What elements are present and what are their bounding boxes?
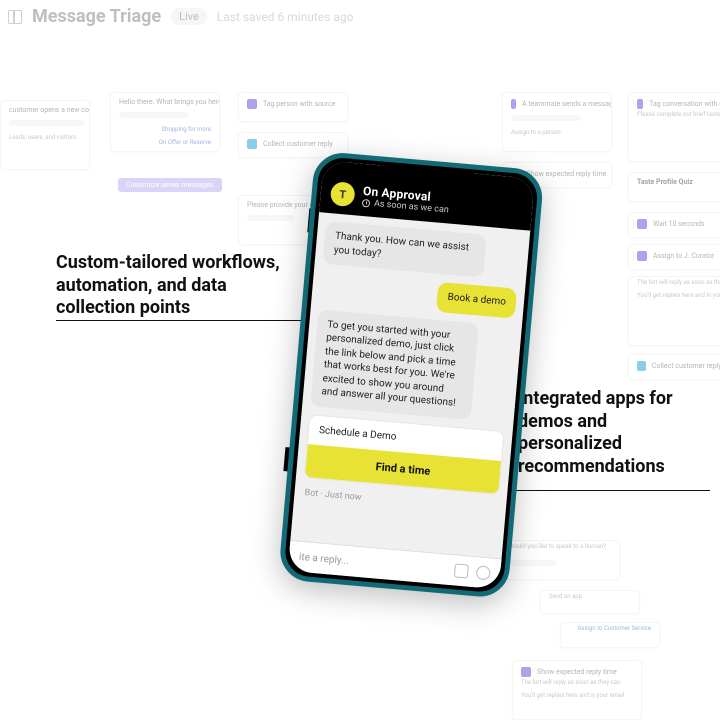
workflow-card-assign2[interactable]: Assign to J. Curator: [628, 244, 720, 270]
phone-mockup: T On Approval As soon as we can Thank yo…: [278, 151, 545, 599]
clock-icon: [362, 199, 371, 208]
workflow-card-botreply[interactable]: The bot will reply as soon as they can Y…: [628, 276, 720, 346]
last-saved-text: Last saved 6 minutes ago: [217, 10, 354, 24]
workflow-card-sendapp[interactable]: Send an app: [540, 590, 640, 614]
annotation-left: Custom-tailored workflows, automation, a…: [56, 252, 296, 320]
workflow-card-wait[interactable]: Wait 10 seconds: [628, 212, 720, 238]
reply-input[interactable]: ite a reply...: [298, 551, 446, 575]
app-header: Message Triage Live Last saved 6 minutes…: [8, 6, 353, 27]
demo-card: Schedule a Demo Find a time: [304, 414, 505, 495]
gif-icon[interactable]: [454, 563, 469, 578]
user-message[interactable]: Book a demo: [436, 282, 517, 318]
workflow-card-collect2[interactable]: Collect customer reply: [628, 354, 720, 380]
page-title: Message Triage: [32, 6, 161, 27]
annotation-left-rule: [56, 320, 324, 321]
workflow-card-human[interactable]: Would you like to speak to a human?: [500, 540, 620, 580]
workflow-card[interactable]: Hello there. What brings you here today?…: [110, 92, 220, 152]
status-badge: Live: [171, 8, 207, 25]
bot-message: Thank you. How can we assist you today?: [323, 221, 487, 278]
emoji-icon[interactable]: [476, 565, 491, 580]
trigger-card[interactable]: customer opens a new conversation in the…: [0, 100, 90, 170]
workflow-card-quiz-title[interactable]: Taste Profile Quiz: [628, 172, 720, 202]
annotation-right-rule: [490, 490, 710, 491]
annotation-right: Integrated apps for demos and personaliz…: [518, 388, 708, 478]
workflow-card-tag[interactable]: Tag person with source: [238, 92, 348, 122]
workflow-card-bottom[interactable]: Show expected reply time The bot will re…: [512, 660, 642, 720]
panel-icon: [8, 10, 22, 24]
bot-message: To get you started with your personalize…: [310, 309, 479, 420]
workflow-card-teammate[interactable]: A teammate sends a message during conver…: [502, 92, 612, 152]
workflow-card-assign-cs[interactable]: Assign to Customer Service: [560, 622, 660, 648]
workflow-card-quiz[interactable]: Tag conversation with custom tag Please …: [628, 92, 720, 162]
chat-body: Thank you. How can we assist you today? …: [290, 212, 530, 558]
avatar: T: [330, 181, 356, 207]
customize-button[interactable]: Customize series messages: [118, 178, 222, 192]
